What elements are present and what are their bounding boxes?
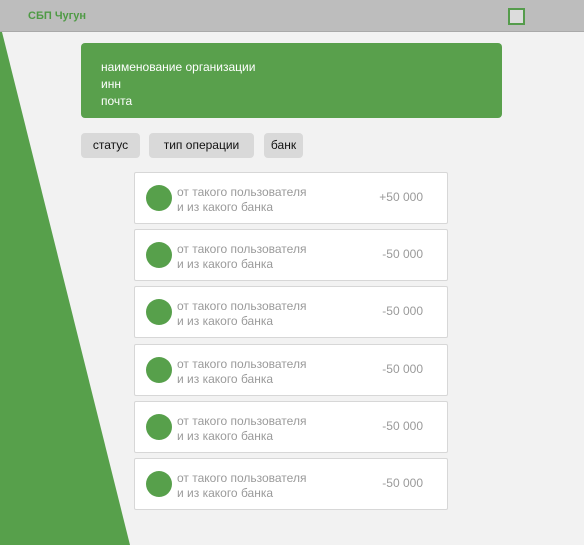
app-title: СБП Чугун — [28, 10, 87, 22]
top-bar: СБП Чугун — [0, 0, 584, 32]
organization-email: почта — [101, 94, 133, 108]
filter-operation-type-button[interactable]: тип операции — [149, 133, 254, 158]
transaction-description: от такого пользователя и из какого банка — [177, 414, 306, 444]
avatar — [146, 242, 172, 268]
transaction-description: от такого пользователя и из какого банка — [177, 357, 306, 387]
transaction-row[interactable]: от такого пользователя и из какого банка… — [134, 458, 448, 510]
transaction-amount: -50 000 — [382, 247, 423, 261]
transaction-row[interactable]: от такого пользователя и из какого банка… — [134, 172, 448, 224]
transaction-sender: от такого пользователя — [177, 414, 307, 428]
transaction-description: от такого пользователя и из какого банка — [177, 185, 306, 215]
app-page: СБП Чугун наименование организации инн п… — [0, 0, 584, 545]
transaction-description: от такого пользователя и из какого банка — [177, 242, 306, 272]
transaction-amount: -50 000 — [382, 362, 423, 376]
transaction-bank: и из какого банка — [177, 314, 274, 328]
transaction-sender: от такого пользователя — [177, 471, 307, 485]
avatar — [146, 414, 172, 440]
organization-inn: инн — [101, 77, 121, 91]
avatar — [146, 299, 172, 325]
organization-name: наименование организации — [101, 60, 256, 74]
filter-status-button[interactable]: статус — [81, 133, 140, 158]
avatar — [146, 357, 172, 383]
transaction-bank: и из какого банка — [177, 200, 274, 214]
transaction-sender: от такого пользователя — [177, 357, 307, 371]
avatar — [146, 471, 172, 497]
menu-square-icon[interactable] — [508, 8, 525, 25]
avatar — [146, 185, 172, 211]
transaction-amount: -50 000 — [382, 304, 423, 318]
transaction-bank: и из какого банка — [177, 257, 274, 271]
filter-bank-button[interactable]: банк — [264, 133, 303, 158]
transaction-sender: от такого пользователя — [177, 185, 307, 199]
transaction-description: от такого пользователя и из какого банка — [177, 299, 306, 329]
transaction-bank: и из какого банка — [177, 486, 274, 500]
transaction-bank: и из какого банка — [177, 372, 274, 386]
transaction-description: от такого пользователя и из какого банка — [177, 471, 306, 501]
organization-card: наименование организации инн почта — [81, 43, 502, 118]
transaction-row[interactable]: от такого пользователя и из какого банка… — [134, 229, 448, 281]
transaction-row[interactable]: от такого пользователя и из какого банка… — [134, 286, 448, 338]
transaction-sender: от такого пользователя — [177, 242, 307, 256]
transaction-bank: и из какого банка — [177, 429, 274, 443]
transaction-row[interactable]: от такого пользователя и из какого банка… — [134, 401, 448, 453]
transaction-amount: -50 000 — [382, 476, 423, 490]
transaction-amount: +50 000 — [379, 190, 423, 204]
transaction-row[interactable]: от такого пользователя и из какого банка… — [134, 344, 448, 396]
transaction-sender: от такого пользователя — [177, 299, 307, 313]
transaction-amount: -50 000 — [382, 419, 423, 433]
